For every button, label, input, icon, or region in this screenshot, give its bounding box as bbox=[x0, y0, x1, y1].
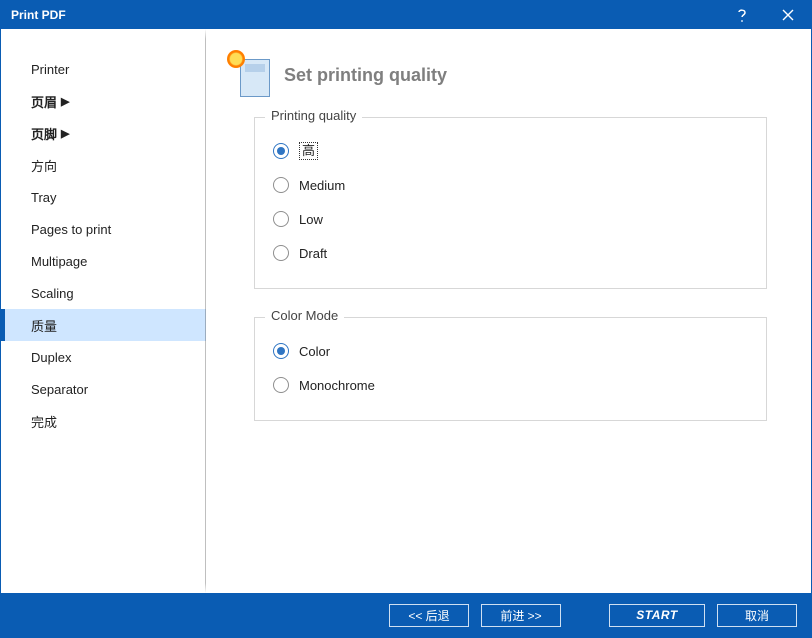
sidebar-item-label: Tray bbox=[31, 190, 57, 205]
radio-label: Monochrome bbox=[299, 378, 375, 393]
quality-radio-0[interactable]: 高 bbox=[273, 134, 748, 168]
quality-radio-1[interactable]: Medium bbox=[273, 168, 748, 202]
sidebar-item-10[interactable]: Separator bbox=[1, 373, 206, 405]
sidebar-item-11[interactable]: 完成 bbox=[1, 405, 206, 437]
radio-icon bbox=[273, 143, 289, 159]
page-title: Set printing quality bbox=[284, 65, 447, 86]
main-panel: Set printing quality Printing quality 高 M… bbox=[206, 29, 811, 593]
sidebar-item-9[interactable]: Duplex bbox=[1, 341, 206, 373]
radio-label: Low bbox=[299, 212, 323, 227]
close-button[interactable] bbox=[765, 1, 811, 29]
sidebar-item-label: Pages to print bbox=[31, 222, 111, 237]
content-area: Printer 页眉 ▶ 页脚 ▶ 方向 Tray Pages to print Multipa… bbox=[1, 29, 811, 593]
sidebar-item-label: Scaling bbox=[31, 286, 74, 301]
sidebar-item-8[interactable]: 质量 bbox=[1, 309, 206, 341]
title-bar: Print PDF bbox=[1, 1, 811, 29]
sidebar-item-7[interactable]: Scaling bbox=[1, 277, 206, 309]
sidebar: Printer 页眉 ▶ 页脚 ▶ 方向 Tray Pages to print Multipa… bbox=[1, 29, 206, 593]
radio-label: 高 bbox=[299, 142, 318, 161]
sidebar-item-label: Separator bbox=[31, 382, 88, 397]
back-button[interactable]: << 后退 bbox=[389, 604, 469, 627]
next-button[interactable]: 前进 >> bbox=[481, 604, 561, 627]
sidebar-item-label: 方向 bbox=[31, 156, 57, 175]
quality-radio-3[interactable]: Draft bbox=[273, 236, 748, 270]
window-title: Print PDF bbox=[11, 8, 719, 22]
radio-icon bbox=[273, 377, 289, 393]
chevron-right-icon: ▶ bbox=[61, 95, 69, 108]
sidebar-item-0[interactable]: Printer bbox=[1, 53, 206, 85]
printing-quality-group: Printing quality 高MediumLowDraft bbox=[254, 117, 767, 289]
sidebar-item-5[interactable]: Pages to print bbox=[1, 213, 206, 245]
quality-radio-2[interactable]: Low bbox=[273, 202, 748, 236]
radio-icon bbox=[273, 177, 289, 193]
color-mode-group: Color Mode ColorMonochrome bbox=[254, 317, 767, 421]
printing-quality-legend: Printing quality bbox=[265, 108, 362, 123]
radio-icon bbox=[273, 211, 289, 227]
radio-label: Draft bbox=[299, 246, 327, 261]
sidebar-item-label: 质量 bbox=[31, 316, 57, 335]
color-mode-legend: Color Mode bbox=[265, 308, 344, 323]
footer: << 后退 前进 >> START 取消 bbox=[1, 593, 811, 637]
radio-icon bbox=[273, 343, 289, 359]
sidebar-item-1[interactable]: 页眉 ▶ bbox=[1, 85, 206, 117]
color-radio-1[interactable]: Monochrome bbox=[273, 368, 748, 402]
chevron-right-icon: ▶ bbox=[61, 127, 69, 140]
sidebar-item-6[interactable]: Multipage bbox=[1, 245, 206, 277]
sidebar-item-label: 完成 bbox=[31, 412, 57, 431]
start-button[interactable]: START bbox=[609, 604, 705, 627]
radio-icon bbox=[273, 245, 289, 261]
sidebar-item-label: Duplex bbox=[31, 350, 71, 365]
help-button[interactable] bbox=[719, 1, 765, 29]
sidebar-item-label: Multipage bbox=[31, 254, 87, 269]
sidebar-item-label: Printer bbox=[31, 62, 69, 77]
help-icon bbox=[736, 7, 748, 23]
sidebar-item-2[interactable]: 页脚 ▶ bbox=[1, 117, 206, 149]
page-icon bbox=[230, 53, 270, 97]
sidebar-item-4[interactable]: Tray bbox=[1, 181, 206, 213]
sidebar-item-label: 页脚 bbox=[31, 124, 57, 143]
sidebar-item-label: 页眉 bbox=[31, 92, 57, 111]
main-header: Set printing quality bbox=[230, 53, 781, 97]
close-icon bbox=[782, 9, 794, 21]
sidebar-item-3[interactable]: 方向 bbox=[1, 149, 206, 181]
radio-label: Color bbox=[299, 344, 330, 359]
radio-label: Medium bbox=[299, 178, 345, 193]
cancel-button[interactable]: 取消 bbox=[717, 604, 797, 627]
color-radio-0[interactable]: Color bbox=[273, 334, 748, 368]
